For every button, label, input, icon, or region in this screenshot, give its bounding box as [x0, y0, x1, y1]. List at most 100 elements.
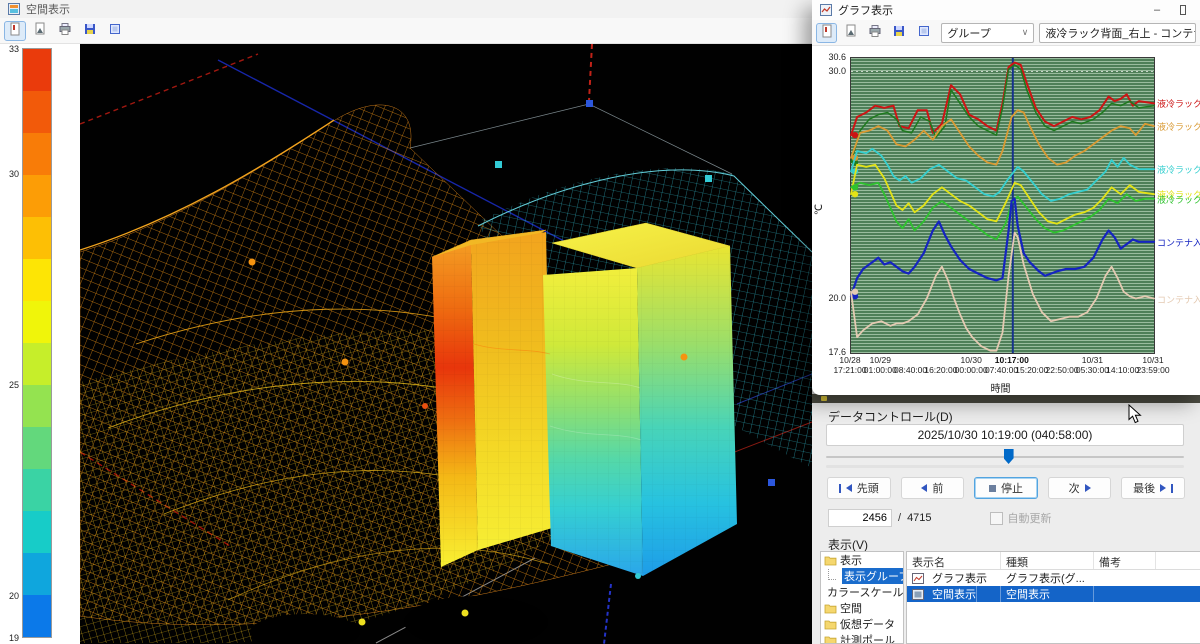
column-header[interactable]: 備考 [1094, 552, 1156, 569]
chevron-down-icon: ∨ [1018, 27, 1029, 38]
save-button[interactable] [79, 21, 101, 41]
y-tick-label: 30.0 [812, 66, 846, 76]
column-header[interactable]: 種類 [1001, 552, 1094, 569]
y-tick-label: 30.6 [812, 52, 846, 62]
copy-button[interactable] [913, 23, 934, 43]
frame-total: 4715 [907, 512, 931, 524]
auto-update-checkbox[interactable]: 自動更新 [990, 510, 1052, 526]
color-scale-label: 33 [2, 44, 19, 54]
frame-index-input[interactable] [828, 509, 892, 527]
time-slider-thumb[interactable] [1004, 449, 1014, 464]
spatial-3d-scene [80, 44, 812, 644]
group-select[interactable]: グループ ∨ [941, 23, 1034, 43]
print-icon [58, 22, 72, 39]
save-button[interactable] [889, 23, 910, 43]
cursor-time-label: 10:17:00 [988, 355, 1036, 365]
group-select-value: グループ [947, 25, 990, 41]
save-icon [892, 24, 906, 41]
chart-series-line [851, 165, 1154, 224]
column-header[interactable]: 表示名 [907, 552, 1001, 569]
mouse-cursor [1128, 404, 1142, 424]
graph-toolbar: グループ ∨ 液冷ラック背面_右上 - コンテナ入口側_右 [812, 20, 1200, 46]
y-tick-label: 20.0 [812, 293, 846, 303]
chart-canvas [851, 58, 1154, 353]
stop-icon [989, 485, 996, 492]
color-scale-block [23, 343, 51, 385]
print-preview-button[interactable] [29, 21, 51, 41]
spatial-window-icon [8, 3, 20, 15]
color-scale-block [23, 385, 51, 427]
maximize-button[interactable] [1174, 2, 1192, 17]
stop-button[interactable]: 停止 [974, 477, 1038, 499]
spatial-titlebar: 空間表示 [0, 0, 812, 18]
color-scale-block [23, 511, 51, 553]
copy-icon [917, 24, 931, 41]
series-select[interactable]: 液冷ラック背面_右上 - コンテナ入口側_右 [1039, 23, 1196, 43]
folder-icon [824, 603, 837, 614]
chart-area: 30.630.020.017.6 10/2817:21:0010/2901:00… [812, 46, 1200, 395]
spatial-window-title: 空間表示 [26, 1, 70, 17]
skip-start-icon [839, 484, 841, 493]
print-button[interactable] [865, 23, 886, 43]
last-button[interactable]: 最後 [1121, 477, 1185, 499]
tree-item[interactable]: カラースケール [821, 584, 903, 600]
folder-icon [824, 619, 837, 630]
tree-item[interactable]: 計測ポール [821, 632, 903, 644]
graph-window: グラフ表示 – グループ∨液冷ラック背面_右上 - コンテナ入口側_右 30.6… [812, 0, 1200, 395]
color-scale-label: 25 [2, 380, 19, 390]
chart-plot[interactable] [850, 57, 1155, 354]
table-row[interactable]: グラフ表示グラフ表示(グ... [907, 570, 1200, 586]
table-header: 表示名種類備考 [907, 552, 1200, 570]
tree-item[interactable]: 空間 [821, 600, 903, 616]
page-setup-button[interactable] [4, 21, 26, 41]
prev-button[interactable]: 前 [901, 477, 965, 499]
page-setup-icon [820, 24, 834, 41]
color-scale-block [23, 553, 51, 595]
first-button[interactable]: 先頭 [827, 477, 891, 499]
tree-item[interactable]: 表示グループ [821, 568, 903, 584]
chart-series-line [851, 149, 1154, 201]
spatial-toolbar [0, 18, 812, 44]
tree-item[interactable]: 仮想データ [821, 616, 903, 632]
color-scale-label: 20 [2, 591, 19, 601]
data-control-title: データコントロール(D) [828, 408, 953, 425]
table-row[interactable]: 空間表示空間表示 [907, 586, 1200, 602]
graph-view-icon [912, 573, 924, 584]
skip-end-icon [1160, 484, 1166, 492]
series-label: 液冷ラック背面 [1157, 97, 1200, 110]
frame-counter-separator: / [898, 512, 901, 524]
current-time-display: 2025/10/30 10:19:00 (040:58:00) [826, 424, 1184, 446]
folder-icon [824, 635, 837, 644]
frame-counter-row: / 4715 自動更新 [828, 509, 1052, 527]
checkbox-icon [990, 512, 1003, 525]
tree-item[interactable]: 表示 [821, 552, 903, 568]
color-scale-label: 19 [2, 633, 19, 643]
series-start-marker [852, 184, 858, 190]
color-scale-block [23, 469, 51, 511]
background-window-strip [812, 394, 1200, 403]
color-scale-block [23, 175, 51, 217]
color-scale-block [23, 595, 51, 637]
series-start-marker [852, 132, 858, 138]
spatial-3d-viewport[interactable] [80, 44, 812, 644]
playback-buttons: 先頭前停止次最後 [827, 477, 1185, 499]
print-preview-button[interactable] [840, 23, 861, 43]
spatial-body: 3330252019 [0, 44, 812, 644]
copy-button[interactable] [104, 21, 126, 41]
next-button[interactable]: 次 [1048, 477, 1112, 499]
minimize-button[interactable]: – [1148, 2, 1166, 17]
auto-update-label: 自動更新 [1008, 510, 1052, 526]
maximize-icon [1180, 5, 1186, 15]
print-icon [868, 24, 882, 41]
save-icon [83, 22, 97, 39]
color-scale-block [23, 427, 51, 469]
x-tick-label: 10/3123:59:00 [1129, 355, 1177, 375]
print-button[interactable] [54, 21, 76, 41]
spatial-window: 空間表示 3330252019 [0, 0, 812, 644]
color-scale-block [23, 91, 51, 133]
chart-series-line [851, 199, 1154, 297]
time-slider-track[interactable] [826, 456, 1184, 458]
series-start-marker [852, 191, 858, 197]
page-setup-button[interactable] [816, 23, 837, 43]
series-label: コンテナ入口側 [1157, 236, 1200, 249]
